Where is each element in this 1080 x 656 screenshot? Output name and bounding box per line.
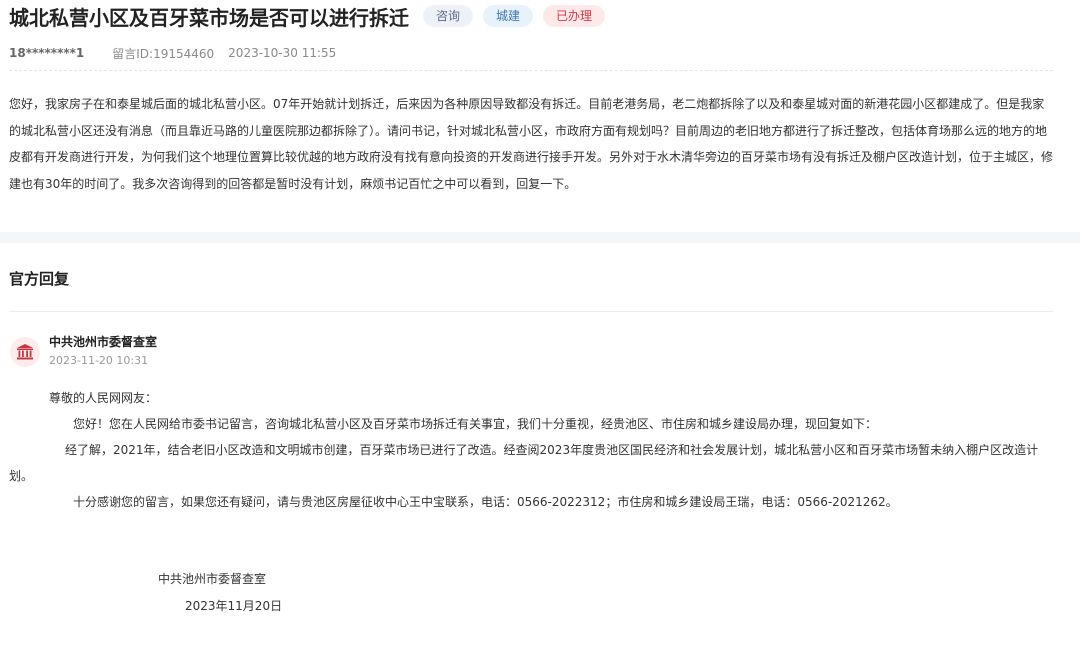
reply-body: 尊敬的人民网网友： 您好！您在人民网给市委书记留言，咨询城北私营小区及百牙菜市场… bbox=[9, 385, 1055, 515]
reply-paragraph: 经了解，2021年，结合老旧小区改造和文明城市创建，百牙菜市场已进行了改造。经查… bbox=[9, 443, 1039, 483]
page-title: 城北私营小区及百牙菜市场是否可以进行拆迁 bbox=[9, 5, 409, 30]
domain-tag[interactable]: 城建 bbox=[483, 5, 534, 27]
reply-greeting: 尊敬的人民网网友： bbox=[49, 391, 158, 405]
message-meta: 18********1 留言ID:19154460 2023-10-30 11:… bbox=[9, 44, 336, 62]
reply-paragraph: 十分感谢您的留言，如果您还有疑问，请与贵池区房屋征收中心王中宝联系，电话：056… bbox=[73, 495, 898, 509]
message-author: 18********1 bbox=[9, 46, 85, 60]
message-detail-page: 城北私营小区及百牙菜市场是否可以进行拆迁 咨询 城建 已办理 18*******… bbox=[0, 0, 1080, 656]
signature-org: 中共池州市委督查室 bbox=[158, 572, 267, 586]
reply-paragraph: 您好！您在人民网给市委书记留言，咨询城北私营小区及百牙菜市场拆迁有关事宜，我们十… bbox=[73, 417, 878, 431]
message-id: 留言ID:19154460 bbox=[112, 46, 215, 61]
message-datetime: 2023-10-30 11:55 bbox=[228, 46, 337, 60]
signature-date: 2023年11月20日 bbox=[185, 599, 283, 613]
title-row: 城北私营小区及百牙菜市场是否可以进行拆迁 咨询 城建 已办理 bbox=[9, 0, 606, 32]
government-building-icon bbox=[17, 344, 33, 360]
reply-time: 2023-11-20 10:31 bbox=[49, 354, 149, 367]
meta-divider bbox=[9, 70, 1053, 71]
status-badge: 已办理 bbox=[543, 5, 606, 27]
org-avatar bbox=[10, 337, 40, 367]
type-tag[interactable]: 咨询 bbox=[423, 5, 474, 27]
reply-divider bbox=[9, 311, 1053, 312]
official-reply-heading: 官方回复 bbox=[9, 270, 70, 288]
message-content: 您好，我家房子在和泰星城后面的城北私营小区。07年开始就计划拆迁，后来因为各种原… bbox=[9, 97, 1054, 191]
section-separator bbox=[0, 232, 1080, 243]
reply-org-name: 中共池州市委督查室 bbox=[49, 335, 158, 349]
